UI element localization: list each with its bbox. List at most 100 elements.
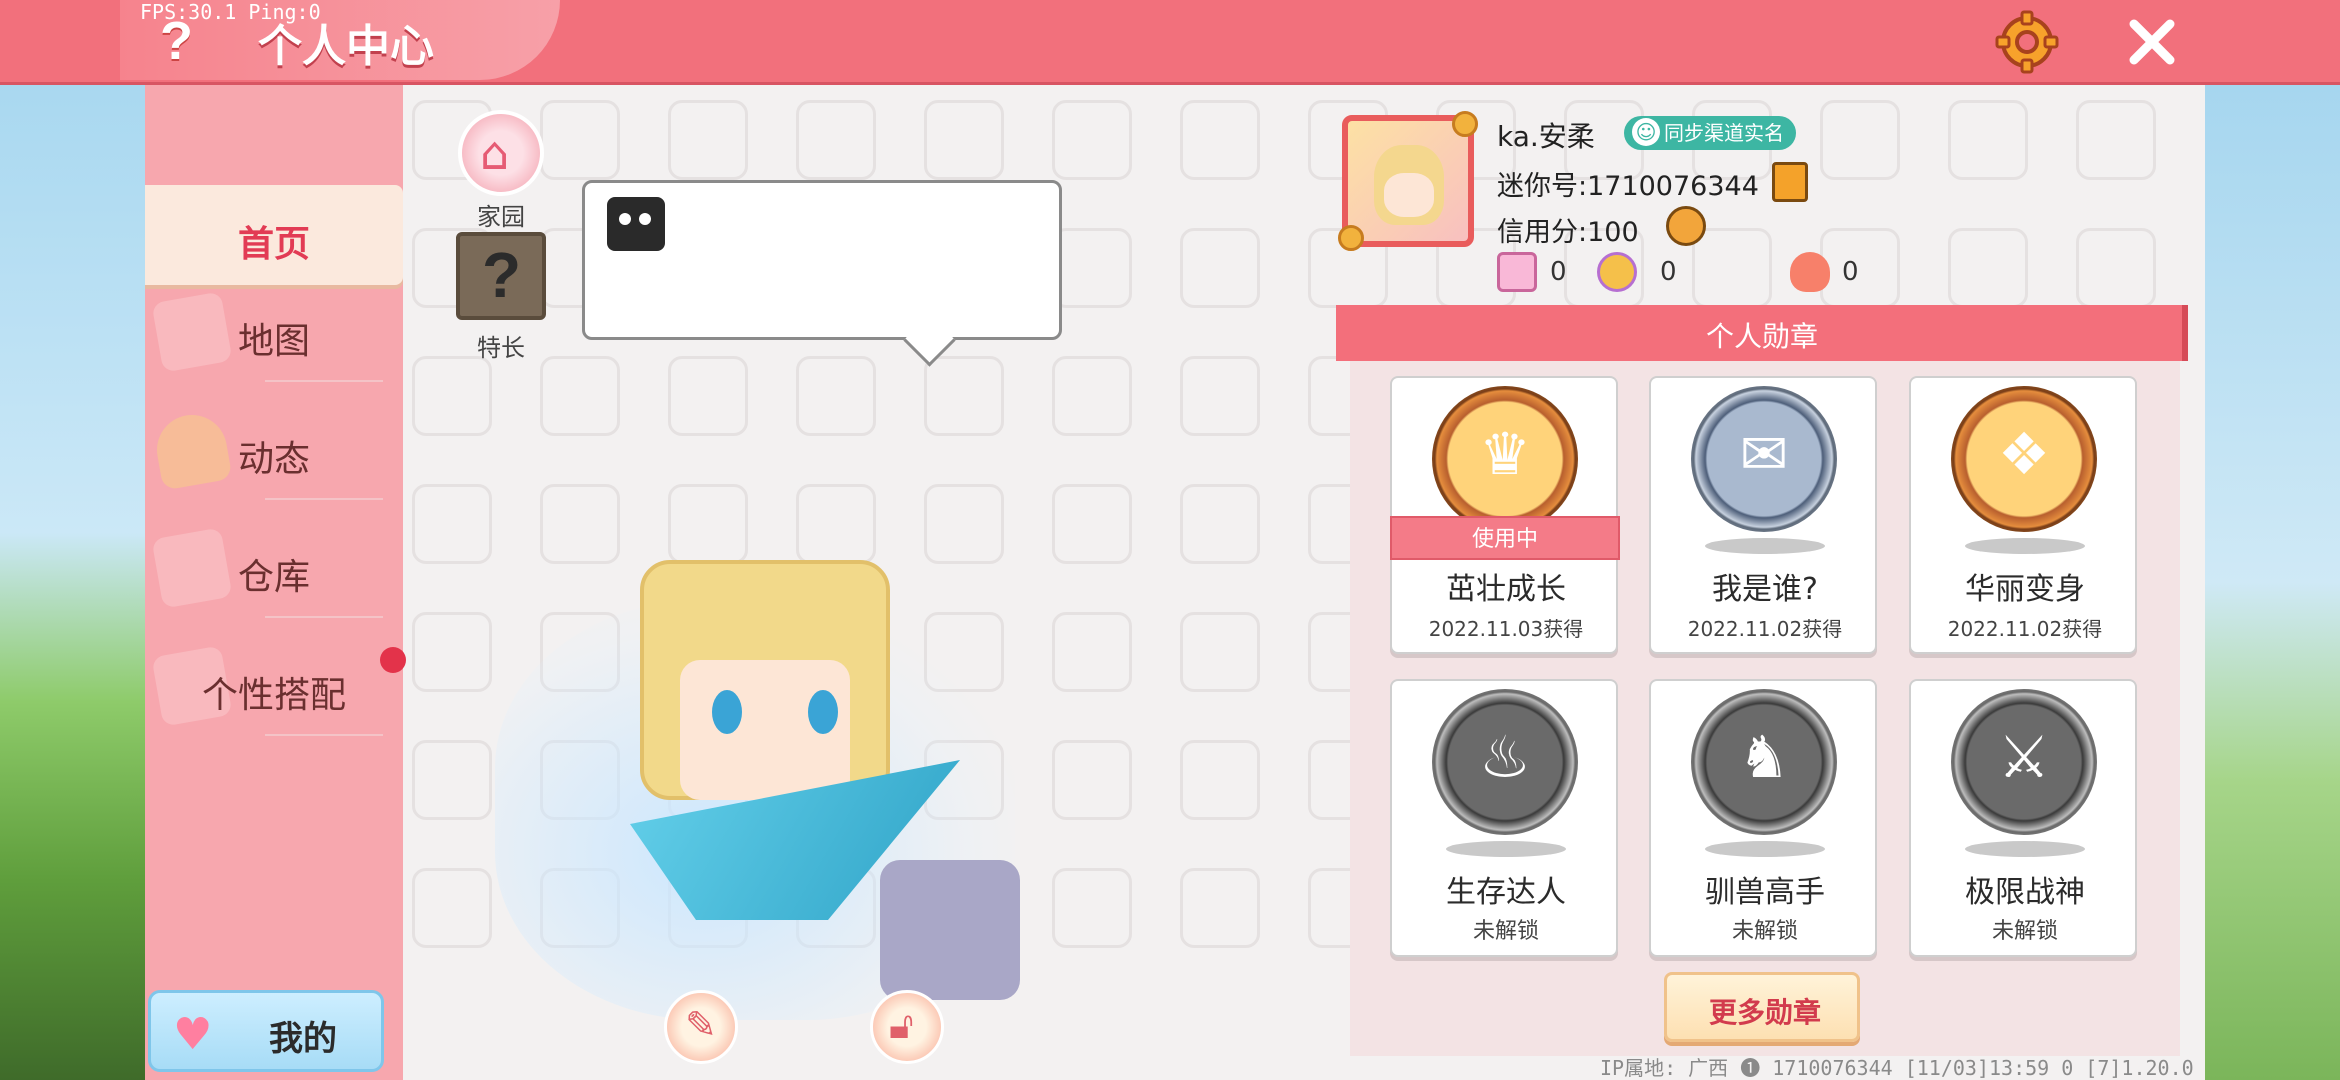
pattern-tile [924,100,1004,180]
medal: ♛ [1432,386,1578,532]
badge-subtitle: 未解锁 [1991,919,2058,944]
divider [265,734,383,736]
pencil-icon: ✎ [685,1003,717,1047]
pattern-tile [412,484,492,564]
pattern-tile [1180,228,1260,308]
badge-name: 华丽变身 [1965,572,2085,607]
credit-score: 信用分:100 [1497,217,1639,248]
divider [265,616,383,618]
badges-header: 个人勋章 [1336,305,2188,361]
unlock-button[interactable]: 🔓︎ [870,990,944,1064]
avatar[interactable] [1338,111,1478,251]
medal-stand [1965,538,2085,554]
cat-avatar-icon [607,197,665,251]
speech-bubble [582,180,1062,340]
pattern-tile [796,356,876,436]
badge-card[interactable]: ✉ 我是谁? 2022.11.02获得 [1649,376,1877,654]
pattern-tile [2076,100,2156,180]
envelope-icon: ✉ [1739,420,1789,488]
character-model[interactable] [490,520,1110,1020]
medal: ♞ [1691,689,1837,835]
stat-value: 0 [1550,257,1567,287]
badge-card[interactable]: ❖ 华丽变身 2022.11.02获得 [1909,376,2137,654]
avatar-frame-ornament [1452,111,1478,137]
badge-subtitle: 2022.11.02获得 [1687,617,1843,641]
pattern-tile [1052,356,1132,436]
pattern-tile [1052,228,1132,308]
badge-subtitle: 未解锁 [1472,919,1539,944]
specialty-button[interactable]: ? [456,232,546,320]
pattern-tile [1180,868,1260,948]
pattern-tile [412,868,492,948]
medal-stand [1705,841,1825,857]
in-use-tag: 使用中 [1390,516,1620,560]
avatar-frame-ornament [1338,225,1364,251]
game-background-right [2200,85,2340,1080]
sidebar-item-label: 首页 [237,224,310,265]
medal-stand [1446,841,1566,857]
pattern-tile [1948,100,2028,180]
sidebar-item-warehouse[interactable]: 仓库 [145,518,403,618]
medal-stand [1965,841,2085,857]
sidebar-item-home[interactable]: 首页 [145,185,403,285]
gear-icon [1995,10,2059,74]
close-button[interactable] [2120,10,2184,74]
medal: ✉ [1691,386,1837,532]
pattern-tile [540,356,620,436]
badges-title: 个人勋章 [1705,320,1818,353]
badge-card[interactable]: ♨ 生存达人 未解锁 [1390,679,1618,957]
pattern-tile [1180,484,1260,564]
footer-info: IP属地: 广西 ❶ 1710076344 [11/03]13:59 0 [7]… [1600,1056,2194,1080]
help-icon[interactable]: ? [160,10,193,72]
pattern-tile [1948,228,2028,308]
badge-card[interactable]: ♛ 使用中茁壮成长 2022.11.03获得 [1390,376,1620,654]
campfire-icon: ♨ [1479,723,1531,791]
username: ka.安柔 [1497,120,1595,153]
mini-id: 迷你号:1710076344 [1497,171,1759,202]
more-badges-label: 更多勋章 [1708,996,1821,1029]
badge-name: 极限战神 [1965,875,2085,910]
horse-icon: ♞ [1738,723,1790,791]
pattern-tile [412,740,492,820]
top-bar: FPS:30.1 Ping:0 ? 个人中心 [0,0,2340,85]
badge-name: 我是谁? [1712,572,1818,607]
pattern-tile [1820,100,1900,180]
sync-realname-badge[interactable]: ☺ 同步渠道实名 [1624,116,1796,150]
settings-button[interactable] [1995,10,2059,74]
badge-name: 茁壮成长 [1446,572,1566,607]
badge-subtitle: 未解锁 [1731,919,1798,944]
sidebar-item-label: 动态 [237,439,310,480]
fans-icon [1597,252,1637,292]
medal: ⚔ [1951,689,2097,835]
pattern-tile [796,100,876,180]
badge-card[interactable]: ⚔ 极限战神未解锁 [1909,679,2137,957]
star-card-icon [1497,252,1537,292]
stat-value: 0 [1842,257,1859,287]
pattern-tile [1692,228,1772,308]
specialty-label: 特长 [477,334,525,362]
pattern-tile [1180,612,1260,692]
unlock-icon: 🔓︎ [889,1003,914,1047]
more-badges-button[interactable]: 更多勋章 [1664,972,1860,1042]
home-button[interactable]: ⌂ [458,110,544,196]
flame-icon [1790,252,1830,292]
edit-button[interactable]: ✎ [664,990,738,1064]
sidebar-item-outfit[interactable]: 个性搭配 [145,636,403,736]
credit-icon[interactable] [1666,206,1706,246]
sidebar-item-map[interactable]: 地图 [145,282,403,382]
question-icon: ? [482,239,522,311]
sidebar-item-feed[interactable]: 动态 [145,400,403,500]
mine-button[interactable]: ♥ 我的 [148,990,384,1072]
copy-icon[interactable] [1772,162,1808,202]
stat-value: 0 [1660,257,1677,287]
badge-subtitle: 2022.11.02获得 [1947,617,2103,641]
pattern-tile [412,612,492,692]
sidebar-item-label: 地图 [237,321,310,362]
divider [265,380,383,382]
badge-card[interactable]: ♞ 驯兽高手 未解锁 [1649,679,1877,957]
badge-subtitle: 2022.11.03获得 [1428,617,1584,641]
pattern-tile [1180,100,1260,180]
sync-badge-label: 同步渠道实名 [1664,121,1784,145]
medal: ❖ [1951,386,2097,532]
mine-button-label: 我的 [269,1019,337,1059]
